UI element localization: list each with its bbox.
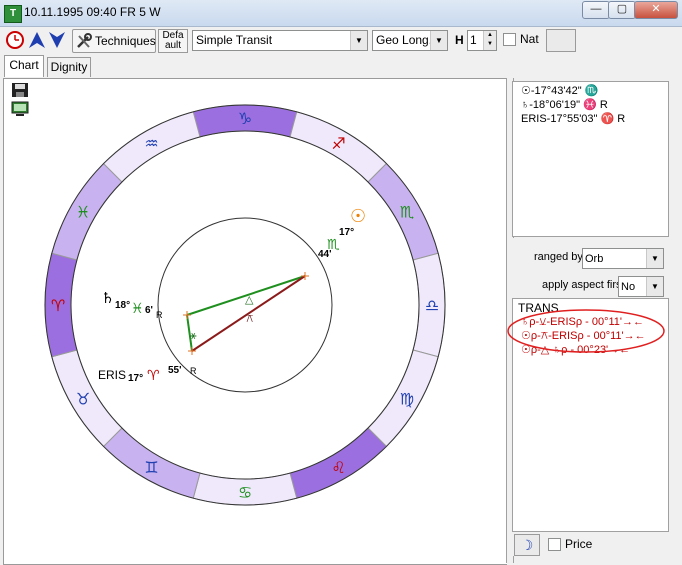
position-eris: ERIS-17°55'03" ♈ R	[521, 113, 626, 125]
nat-label: Nat	[520, 32, 539, 46]
techniques-button[interactable]: Techniques	[72, 29, 156, 53]
chevron-down-icon[interactable]: ▼	[646, 249, 663, 268]
chart-type-value: Simple Transit	[196, 33, 273, 47]
sun-minute: 44'	[318, 249, 332, 260]
title-bar: T 10.11.1995 09:40 FR 5 W — ▢ ✕	[0, 0, 682, 27]
zodiac-sign: ♐	[331, 134, 345, 153]
sextile-symbol: ⚹	[190, 329, 197, 342]
spinner-arrows-icon[interactable]: ▲ ▼	[483, 31, 496, 50]
coordinate-value: Geo Long.	[376, 33, 433, 47]
position-sun: ☉-17°43'42" ♏	[521, 85, 599, 97]
h-spinner[interactable]: 1 ▲ ▼	[467, 30, 497, 51]
zodiac-sign: ♋	[238, 483, 252, 502]
close-button[interactable]: ✕	[634, 1, 678, 19]
sort-controls: ranged by Orb ▼ apply aspect first No ▼	[512, 238, 667, 298]
maximize-button[interactable]: ▢	[608, 1, 636, 19]
zodiac-sign: ♎	[425, 296, 439, 315]
chevron-down-icon[interactable]: ▼	[430, 31, 447, 50]
saturn-degree: 18°	[115, 300, 130, 311]
default-button[interactable]: Defa ault	[158, 29, 188, 53]
default-label-bottom: ault	[164, 40, 182, 51]
chart-type-select[interactable]: Simple Transit ▼	[192, 30, 368, 51]
apply-aspect-value: No	[621, 281, 636, 293]
quincunx-symbol: ⚻	[246, 312, 253, 325]
ranged-by-label: ranged by	[534, 251, 583, 263]
sun-degree: 17°	[339, 227, 354, 238]
window-title: 10.11.1995 09:40 FR 5 W	[24, 5, 161, 19]
saturn-minute: 6'	[145, 305, 153, 316]
zodiac-sign: ♏	[400, 203, 414, 222]
chart-canvas[interactable]: ♑ ♐ ♏ ♎ ♍ ♌ ♋ ♊ ♉ ♈ ♓ ♒ △ ⚻ ⚹ ☉ 17° ♏ 44' ♄ 18° ♓ 6…	[3, 78, 507, 565]
zodiac-sign: ♈	[51, 296, 65, 315]
zodiac-sign: ♍	[400, 390, 414, 409]
tools-icon	[75, 32, 93, 53]
toolbar: Techniques Defa ault Simple Transit ▼ Ge…	[0, 27, 682, 55]
bottom-bar: ☽ Price	[512, 532, 667, 556]
positions-panel: ☉-17°43'42" ♏ ♄-18°06'19" ♓ R ERIS-17°55…	[512, 81, 669, 237]
zodiac-sign: ♓	[76, 203, 90, 222]
zodiac-sign: ♊	[144, 458, 158, 477]
h-label: H	[455, 33, 464, 47]
blank-button[interactable]	[546, 29, 576, 52]
h-value: 1	[470, 33, 477, 47]
ranged-by-select[interactable]: Orb ▼	[582, 248, 664, 269]
clock-icon[interactable]	[5, 30, 25, 50]
saturn-symbol: ♄	[101, 289, 114, 307]
zodiac-sign: ♑	[238, 109, 252, 128]
coordinate-select[interactable]: Geo Long. ▼	[372, 30, 448, 51]
arrow-down-icon[interactable]	[47, 30, 67, 50]
price-checkbox[interactable]	[548, 538, 561, 551]
zodiac-sign: ♌	[331, 458, 345, 477]
eris-sign: ♈	[147, 368, 160, 384]
moon-icon[interactable]: ☽	[514, 534, 540, 556]
eris-retro: R	[190, 366, 197, 376]
sun-symbol: ☉	[350, 206, 366, 227]
apply-aspect-select[interactable]: No ▼	[618, 276, 664, 297]
trine-symbol: △	[245, 293, 254, 306]
eris-degree: 17°	[128, 373, 143, 384]
saturn-retro: R	[156, 310, 163, 320]
tab-dignity[interactable]: Dignity	[47, 57, 91, 77]
transit-list: TRANS ♄ρ-⚺-ERISρ - 00°11'→← ☉ρ-⚻-ERISρ -…	[507, 298, 669, 532]
arrow-up-icon[interactable]	[27, 30, 47, 50]
position-saturn: ♄-18°06'19" ♓ R	[521, 99, 608, 111]
zodiac-sign: ♒	[144, 134, 158, 153]
minimize-button[interactable]: —	[582, 1, 610, 19]
eris-minute: 55'	[168, 365, 182, 376]
zodiac-sign: ♉	[76, 390, 90, 409]
horoscope-wheel: ♑♐♏♎♍♌♋♊♉♈♓♒ △ ⚻ ⚹ ☉ 17° ♏ 44' ♄ 18° ♓ 6…	[44, 104, 446, 506]
nat-checkbox[interactable]	[503, 33, 516, 46]
highlight-ellipse	[507, 309, 665, 353]
saturn-sign: ♓	[131, 301, 144, 317]
ranged-by-value: Orb	[585, 253, 604, 265]
chevron-down-icon[interactable]: ▼	[350, 31, 367, 50]
app-icon: T	[4, 5, 22, 23]
price-label: Price	[565, 537, 593, 551]
techniques-label: Techniques	[95, 34, 156, 48]
apply-aspect-label: apply aspect first	[542, 279, 625, 291]
tab-chart[interactable]: Chart	[4, 55, 44, 77]
eris-label: ERIS	[98, 368, 126, 382]
chevron-down-icon[interactable]: ▼	[646, 277, 663, 296]
